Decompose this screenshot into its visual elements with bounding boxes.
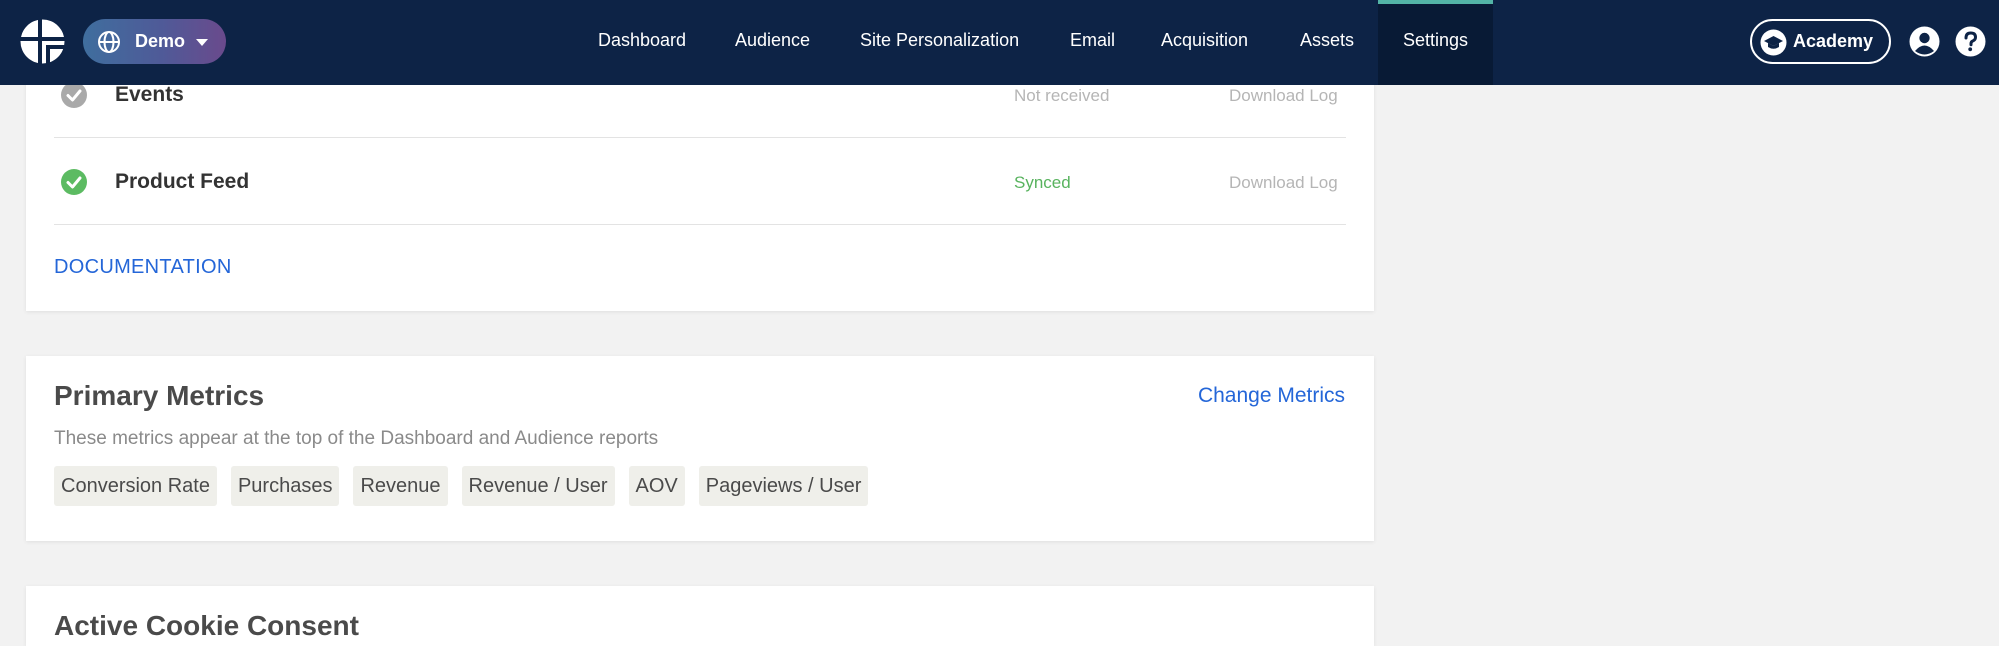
nav-item-settings[interactable]: Settings	[1378, 0, 1493, 85]
integration-name: Product Feed	[115, 170, 250, 193]
download-log-link[interactable]: Download Log	[1229, 86, 1338, 106]
academy-button[interactable]: Academy	[1750, 19, 1891, 64]
check-circle-green-icon	[61, 169, 87, 195]
academy-label: Academy	[1793, 31, 1874, 51]
graduation-cap-icon	[1760, 29, 1787, 56]
app-logo-icon[interactable]	[19, 18, 66, 65]
documentation-link[interactable]: DOCUMENTATION	[54, 256, 232, 279]
nav-item-assets[interactable]: Assets	[1300, 0, 1354, 85]
top-navigation-bar: Demo Dashboard Audience Site Personaliza…	[0, 0, 1999, 85]
nav-item-site-personalization[interactable]: Site Personalization	[860, 0, 1019, 85]
section-title: Primary Metrics	[54, 380, 265, 411]
primary-metrics-card: Primary Metrics Change Metrics These met…	[26, 356, 1374, 541]
nav-item-dashboard[interactable]: Dashboard	[598, 0, 686, 85]
check-circle-grey-icon	[61, 82, 87, 108]
integration-name: Events	[115, 83, 184, 106]
chevron-down-icon	[196, 39, 208, 46]
nav-item-email[interactable]: Email	[1070, 0, 1115, 85]
section-subtitle: These metrics appear at the top of the D…	[54, 428, 659, 449]
download-log-link[interactable]: Download Log	[1229, 173, 1338, 193]
cookie-consent-card: Active Cookie Consent	[26, 586, 1374, 646]
metric-chip: Pageviews / User	[698, 466, 869, 506]
workspace-name: Demo	[135, 31, 186, 51]
integration-row-product-feed: Product Feed Synced Download Log	[54, 138, 1346, 225]
user-account-icon[interactable]	[1909, 26, 1940, 57]
metric-chip: AOV	[628, 466, 685, 506]
nav-item-acquisition[interactable]: Acquisition	[1161, 0, 1248, 85]
section-title: Active Cookie Consent	[54, 610, 359, 641]
workspace-switcher-button[interactable]: Demo	[83, 19, 226, 64]
integration-status: Synced	[1014, 173, 1071, 192]
help-icon[interactable]	[1955, 26, 1986, 57]
metrics-chip-list: Conversion Rate Purchases Revenue Revenu…	[54, 466, 869, 506]
metric-chip: Purchases	[230, 466, 340, 506]
metric-chip: Revenue / User	[461, 466, 615, 506]
globe-icon	[98, 31, 120, 53]
metric-chip: Conversion Rate	[54, 466, 217, 506]
change-metrics-link[interactable]: Change Metrics	[1198, 384, 1345, 408]
metric-chip: Revenue	[353, 466, 448, 506]
integration-status: Not received	[1014, 86, 1110, 105]
nav-item-audience[interactable]: Audience	[735, 0, 810, 85]
